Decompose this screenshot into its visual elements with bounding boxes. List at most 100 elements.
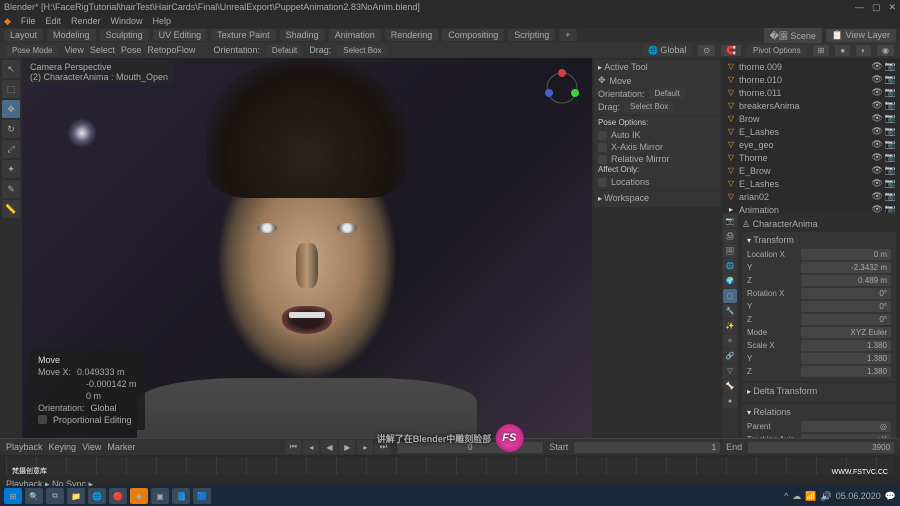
loc-z[interactable]: 0.489 m (801, 275, 891, 286)
prop-tab-scene-icon[interactable]: 🌐 (723, 259, 737, 273)
key-prev-icon[interactable]: ◂ (303, 440, 319, 454)
autoik-checkbox[interactable] (598, 131, 607, 140)
prop-tab-world-icon[interactable]: 🌍 (723, 274, 737, 288)
maximize-icon[interactable]: ▢ (872, 2, 881, 13)
shading-solid-icon[interactable]: ● (835, 45, 850, 56)
menu-edit[interactable]: Edit (45, 16, 61, 26)
tab-texture[interactable]: Texture Paint (211, 29, 276, 41)
viewport-nav-gizmo[interactable] (542, 68, 582, 108)
outliner[interactable]: ▽thorne.009👁📷▽thorne.010👁📷▽thorne.011👁📷▽… (722, 58, 900, 213)
eye-icon[interactable]: 👁 (871, 204, 882, 213)
parent-field[interactable]: ◎ (801, 421, 891, 432)
tab-add[interactable]: + (559, 29, 576, 41)
delta-title[interactable]: ▸ Delta Transform (747, 386, 891, 396)
rot-y[interactable]: 0° (801, 301, 891, 312)
render-icon[interactable]: 📷 (885, 74, 896, 85)
tab-animation[interactable]: Animation (329, 29, 381, 41)
prop-tab-constraint-icon[interactable]: 🔗 (723, 349, 737, 363)
prop-edit-checkbox[interactable] (38, 415, 47, 424)
move-tool-icon[interactable]: ✥ (2, 100, 20, 118)
tray-volume-icon[interactable]: 🔊 (821, 491, 832, 502)
movey-value[interactable]: -0.000142 m (86, 379, 137, 389)
drag-dropdown[interactable]: Select Box (337, 45, 387, 56)
eye-icon[interactable]: 👁 (871, 61, 882, 72)
tab-layout[interactable]: Layout (4, 29, 43, 41)
transform-title[interactable]: ▾ Transform (747, 235, 891, 245)
start-frame[interactable]: 1 (574, 442, 720, 453)
eye-icon[interactable]: 👁 (871, 165, 882, 176)
tab-shading[interactable]: Shading (280, 29, 325, 41)
prop-tab-viewlayer-icon[interactable]: 🖼 (723, 244, 737, 258)
search-icon[interactable]: 🔍 (25, 488, 43, 504)
eye-icon[interactable]: 👁 (871, 126, 882, 137)
scale-y[interactable]: 1.380 (801, 353, 891, 364)
tl-view-menu[interactable]: View (82, 442, 101, 452)
chrome-icon[interactable]: 🔴 (109, 488, 127, 504)
eye-icon[interactable]: 👁 (871, 178, 882, 189)
play-icon[interactable]: ▶ (339, 440, 355, 454)
tab-scripting[interactable]: Scripting (508, 29, 555, 41)
prop-tab-bone-icon[interactable]: 🦴 (723, 379, 737, 393)
start-icon[interactable]: ⊞ (4, 488, 22, 504)
outliner-item[interactable]: ▽arian02👁📷 (724, 190, 898, 203)
operator-panel[interactable]: Move Move X:0.049333 m -0.000142 m 0 m O… (30, 350, 145, 430)
pivot-icon[interactable]: ⊙ (698, 45, 715, 56)
np-orient-dd[interactable]: Default (649, 88, 686, 99)
loc-y[interactable]: -2.3432 m (801, 262, 891, 273)
relations-title[interactable]: ▾ Relations (747, 407, 891, 417)
workspace-title[interactable]: ▸ Workspace (598, 193, 716, 203)
movez-value[interactable]: 0 m (86, 391, 101, 401)
scale-tool-icon[interactable]: ⤢ (2, 140, 20, 158)
mode-dropdown[interactable]: Pose Mode (6, 45, 58, 56)
render-icon[interactable]: 📷 (885, 191, 896, 202)
outliner-item[interactable]: ▽thorne.010👁📷 (724, 73, 898, 86)
menu-file[interactable]: File (21, 16, 36, 26)
transform-orient[interactable]: 🌐 Global (642, 44, 692, 56)
outliner-item[interactable]: ▽E_Brow👁📷 (724, 164, 898, 177)
render-icon[interactable]: 📷 (885, 126, 896, 137)
tab-modeling[interactable]: Modeling (47, 29, 96, 41)
tray-notif-icon[interactable]: 💬 (885, 491, 896, 502)
render-icon[interactable]: 📷 (885, 152, 896, 163)
render-icon[interactable]: 📷 (885, 165, 896, 176)
app3-icon[interactable]: 🟦 (193, 488, 211, 504)
retopoflow-menu[interactable]: RetopoFlow (147, 45, 195, 55)
rotmode-dd[interactable]: XYZ Euler (801, 327, 891, 338)
select-menu[interactable]: Select (90, 45, 115, 55)
pivot-options[interactable]: Pivot Options (747, 45, 807, 56)
end-frame[interactable]: 3900 (748, 442, 894, 453)
prop-tab-modifier-icon[interactable]: 🔧 (723, 304, 737, 318)
tray-cloud-icon[interactable]: ☁ (792, 491, 801, 502)
key-next-icon[interactable]: ▸ (357, 440, 373, 454)
transform-tool-icon[interactable]: ✦ (2, 160, 20, 178)
outliner-item[interactable]: ▽thorne.011👁📷 (724, 86, 898, 99)
prop-tab-output-icon[interactable]: 🖨 (723, 229, 737, 243)
render-icon[interactable]: 📷 (885, 204, 896, 213)
render-icon[interactable]: 📷 (885, 61, 896, 72)
xmirror-checkbox[interactable] (598, 143, 607, 152)
eye-icon[interactable]: 👁 (871, 191, 882, 202)
shading-matcap-icon[interactable]: ◐ (856, 45, 871, 56)
tray-wifi-icon[interactable]: 📶 (805, 491, 816, 502)
tab-compositing[interactable]: Compositing (442, 29, 504, 41)
eye-icon[interactable]: 👁 (871, 113, 882, 124)
tab-rendering[interactable]: Rendering (385, 29, 439, 41)
outliner-item[interactable]: ▽Brow👁📷 (724, 112, 898, 125)
measure-tool-icon[interactable]: 📏 (2, 200, 20, 218)
prop-tab-material-icon[interactable]: ● (723, 394, 737, 408)
blender-taskbar-icon[interactable]: ◆ (130, 488, 148, 504)
snap-icon[interactable]: 🧲 (721, 45, 741, 56)
render-icon[interactable]: 📷 (885, 87, 896, 98)
play-rev-icon[interactable]: ◀ (321, 440, 337, 454)
eye-icon[interactable]: 👁 (871, 152, 882, 163)
eye-icon[interactable]: 👁 (871, 100, 882, 111)
close-icon[interactable]: ✕ (888, 2, 896, 13)
view-menu[interactable]: View (64, 45, 83, 55)
app-icon[interactable]: ▣ (151, 488, 169, 504)
render-icon[interactable]: 📷 (885, 113, 896, 124)
orientation-dropdown[interactable]: Default (266, 45, 303, 56)
timeline-track[interactable] (6, 457, 894, 475)
menu-window[interactable]: Window (110, 16, 142, 26)
rotate-tool-icon[interactable]: ↻ (2, 120, 20, 138)
prop-tab-object-icon[interactable]: ▢ (723, 289, 737, 303)
